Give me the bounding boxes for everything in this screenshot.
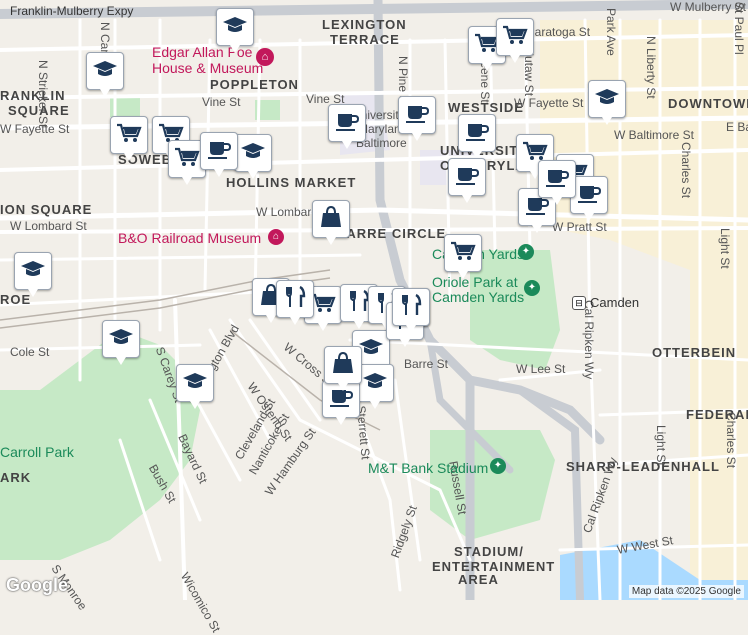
street-label: W Fayette St <box>0 122 70 136</box>
neighborhood-label: ARK <box>0 470 32 485</box>
neighborhood-label: AREA <box>458 572 499 587</box>
street-label: W Baltimore St <box>614 128 695 142</box>
coffee-cup-icon <box>543 165 571 194</box>
neighborhood-label: TERRACE <box>330 32 400 47</box>
map-marker[interactable] <box>324 346 362 391</box>
street-label: E Bal <box>726 120 748 134</box>
map-marker[interactable] <box>14 252 52 297</box>
graduation-cap-icon <box>19 257 47 286</box>
train-icon[interactable]: ⊟ <box>572 296 586 310</box>
stadium-icon[interactable]: ✦ <box>490 458 506 474</box>
street-label: N Stricker St <box>36 60 50 128</box>
graduation-cap-icon <box>181 369 209 398</box>
museum-icon[interactable]: ⌂ <box>268 229 284 245</box>
shopping-cart-icon <box>449 239 477 268</box>
shopping-bag-icon <box>317 205 345 234</box>
graduation-cap-icon <box>361 369 389 398</box>
map-marker[interactable] <box>176 364 214 409</box>
neighborhood-label: LEXINGTON <box>322 17 407 32</box>
map-marker[interactable] <box>588 80 626 125</box>
map-marker[interactable] <box>312 200 350 245</box>
coffee-cup-icon <box>453 163 481 192</box>
neighborhood-label: SHARP-LEADENHALL <box>566 459 720 474</box>
poi-label[interactable]: B&O Railroad Museum <box>118 230 261 246</box>
street-label: Cole St <box>10 345 50 359</box>
map-attribution: Map data ©2025 Google <box>628 585 744 598</box>
neighborhood-label: HOLLINS MARKET <box>226 175 357 190</box>
street-label: Barre St <box>404 357 449 371</box>
map-marker[interactable] <box>458 114 496 159</box>
shopping-bag-icon <box>329 351 357 380</box>
street-label: W Lee St <box>516 362 566 376</box>
map-marker[interactable] <box>392 288 430 333</box>
neighborhood-label: OTTERBEIN <box>652 345 737 360</box>
street-label: W Lombard St <box>10 219 87 233</box>
map-marker[interactable] <box>216 8 254 53</box>
map-marker[interactable] <box>234 134 272 179</box>
map-marker[interactable] <box>328 104 366 149</box>
shopping-cart-icon <box>173 145 201 174</box>
map-marker[interactable] <box>496 18 534 63</box>
graduation-cap-icon <box>593 85 621 114</box>
street-label: N Liberty St <box>644 36 658 99</box>
graduation-cap-icon <box>221 13 249 42</box>
coffee-cup-icon <box>205 137 233 166</box>
neighborhood-label: DOWNTOWN <box>668 96 748 111</box>
poi-label[interactable]: House & Museum <box>152 60 263 76</box>
poi-label[interactable]: Camden Yards <box>432 289 524 305</box>
neighborhood-label: ION SQUARE <box>0 202 93 217</box>
map-marker[interactable] <box>448 158 486 203</box>
stadium-icon[interactable]: ✦ <box>518 244 534 260</box>
graduation-cap-icon <box>91 57 119 86</box>
street-label: Light St <box>654 425 668 466</box>
coffee-cup-icon <box>463 119 491 148</box>
neighborhood-label: STADIUM/ <box>454 544 524 559</box>
poi-label[interactable]: M&T Bank Stadium <box>368 460 488 476</box>
map-marker[interactable] <box>86 52 124 97</box>
graduation-cap-icon <box>239 139 267 168</box>
map-marker[interactable] <box>444 234 482 279</box>
street-label: Vine St <box>202 95 241 109</box>
shopping-cart-icon <box>115 121 143 150</box>
museum-icon[interactable]: ⌂ <box>256 48 274 66</box>
transit-station-label: Camden <box>590 295 640 310</box>
coffee-cup-icon <box>333 109 361 138</box>
coffee-cup-icon <box>403 101 431 130</box>
google-logo[interactable]: Google <box>6 575 68 596</box>
map-marker[interactable] <box>538 160 576 205</box>
map-marker[interactable] <box>102 320 140 365</box>
street-label: W Fayette St <box>514 96 584 110</box>
fork-knife-icon <box>397 293 425 322</box>
graduation-cap-icon <box>107 325 135 354</box>
map-marker[interactable] <box>200 132 238 177</box>
street-label: Charles St <box>679 142 693 199</box>
street-label: Charles St <box>724 412 738 469</box>
highway-label: Franklin-Mulberry Expy <box>10 4 134 18</box>
neighborhood-label: RANKLIN <box>0 88 66 103</box>
street-label: W Mulberry St <box>670 0 747 14</box>
neighborhood-label: ROE <box>0 292 32 307</box>
neighborhood-label: FEDERAL <box>686 407 748 422</box>
poi-label[interactable]: Carroll Park <box>0 444 74 460</box>
neighborhood-label: POPPLETON <box>210 77 299 92</box>
fork-knife-icon <box>281 285 309 314</box>
poi-label[interactable]: Oriole Park at <box>432 274 518 290</box>
coffee-cup-icon <box>575 181 603 210</box>
stadium-icon[interactable]: ✦ <box>524 280 540 296</box>
map-marker[interactable] <box>276 280 314 325</box>
map-marker[interactable] <box>110 116 148 161</box>
neighborhood-label: BARRE CIRCLE <box>336 226 447 241</box>
map-marker[interactable] <box>398 96 436 141</box>
shopping-cart-icon <box>501 23 529 52</box>
street-label: Cal Ripken Wy <box>582 300 596 380</box>
street-label: Park Ave <box>604 8 618 56</box>
street-label: W Pratt St <box>552 220 607 234</box>
street-label: Light St <box>718 228 732 269</box>
